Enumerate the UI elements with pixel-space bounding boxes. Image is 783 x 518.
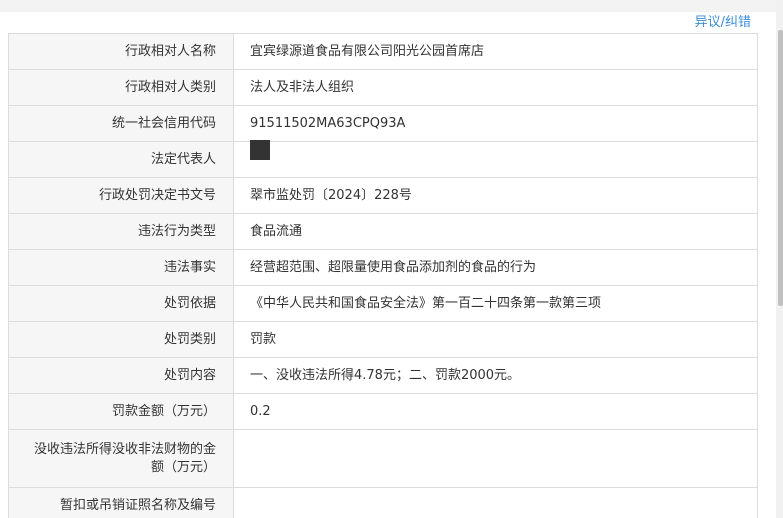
row-label-violation-facts: 违法事实 [8, 249, 234, 286]
row-value-license-suspension [233, 487, 758, 518]
row-value-fine-amount: 0.2 [233, 393, 758, 430]
table-row: 行政相对人类别 法人及非法人组织 [8, 69, 758, 106]
row-value-decision-number: 翠市监处罚〔2024〕228号 [233, 177, 758, 214]
row-value-violation-type: 食品流通 [233, 213, 758, 250]
redacted-block [250, 139, 270, 160]
table-row: 违法事实 经营超范围、超限量使用食品添加剂的食品的行为 [8, 249, 758, 286]
row-label-fine-amount: 罚款金额（万元） [8, 393, 234, 430]
scrollbar-thumb[interactable] [778, 30, 783, 306]
table-row: 法定代表人 [8, 139, 758, 178]
table-row: 违法行为类型 食品流通 [8, 213, 758, 250]
row-label-counterparty-name: 行政相对人名称 [8, 33, 234, 70]
page: 异议/纠错 行政相对人名称 宜宾绿源道食品有限公司阳光公园首席店 行政相对人类别… [0, 0, 783, 518]
row-value-penalty-category: 罚款 [233, 321, 758, 358]
row-value-counterparty-name: 宜宾绿源道食品有限公司阳光公园首席店 [233, 33, 758, 70]
row-value-penalty-content: 一、没收违法所得4.78元；二、罚款2000元。 [233, 357, 758, 394]
row-label-penalty-category: 处罚类别 [8, 321, 234, 358]
table-row: 统一社会信用代码 91511502MA63CPQ93A [8, 105, 758, 142]
row-value-violation-facts: 经营超范围、超限量使用食品添加剂的食品的行为 [233, 249, 758, 286]
row-value-legal-representative [233, 139, 758, 178]
top-bar [0, 0, 783, 12]
row-label-license-suspension: 暂扣或吊销证照名称及编号 [8, 487, 234, 518]
row-label-penalty-basis: 处罚依据 [8, 285, 234, 322]
row-value-confiscation-amount [233, 429, 758, 488]
table-row: 行政相对人名称 宜宾绿源道食品有限公司阳光公园首席店 [8, 33, 758, 70]
row-value-counterparty-type: 法人及非法人组织 [233, 69, 758, 106]
table-row: 罚款金额（万元） 0.2 [8, 393, 758, 430]
objection-correction-link[interactable]: 异议/纠错 [695, 14, 751, 32]
row-value-penalty-basis: 《中华人民共和国食品安全法》第一百二十四条第一款第三项 [233, 285, 758, 322]
row-label-penalty-content: 处罚内容 [8, 357, 234, 394]
table-row: 处罚依据 《中华人民共和国食品安全法》第一百二十四条第一款第三项 [8, 285, 758, 322]
table-row: 行政处罚决定书文号 翠市监处罚〔2024〕228号 [8, 177, 758, 214]
table-row: 处罚内容 一、没收违法所得4.78元；二、罚款2000元。 [8, 357, 758, 394]
row-label-counterparty-type: 行政相对人类别 [8, 69, 234, 106]
table-row: 没收违法所得没收非法财物的金额（万元） [8, 429, 758, 488]
table-row: 暂扣或吊销证照名称及编号 [8, 487, 758, 518]
row-label-legal-representative: 法定代表人 [8, 141, 234, 178]
row-label-violation-type: 违法行为类型 [8, 213, 234, 250]
vertical-scrollbar[interactable] [776, 0, 783, 518]
row-label-credit-code: 统一社会信用代码 [8, 105, 234, 142]
row-label-confiscation-amount: 没收违法所得没收非法财物的金额（万元） [8, 429, 234, 488]
penalty-info-table: 行政相对人名称 宜宾绿源道食品有限公司阳光公园首席店 行政相对人类别 法人及非法… [8, 33, 758, 518]
row-value-credit-code: 91511502MA63CPQ93A [233, 105, 758, 142]
table-row: 处罚类别 罚款 [8, 321, 758, 358]
row-label-decision-number: 行政处罚决定书文号 [8, 177, 234, 214]
